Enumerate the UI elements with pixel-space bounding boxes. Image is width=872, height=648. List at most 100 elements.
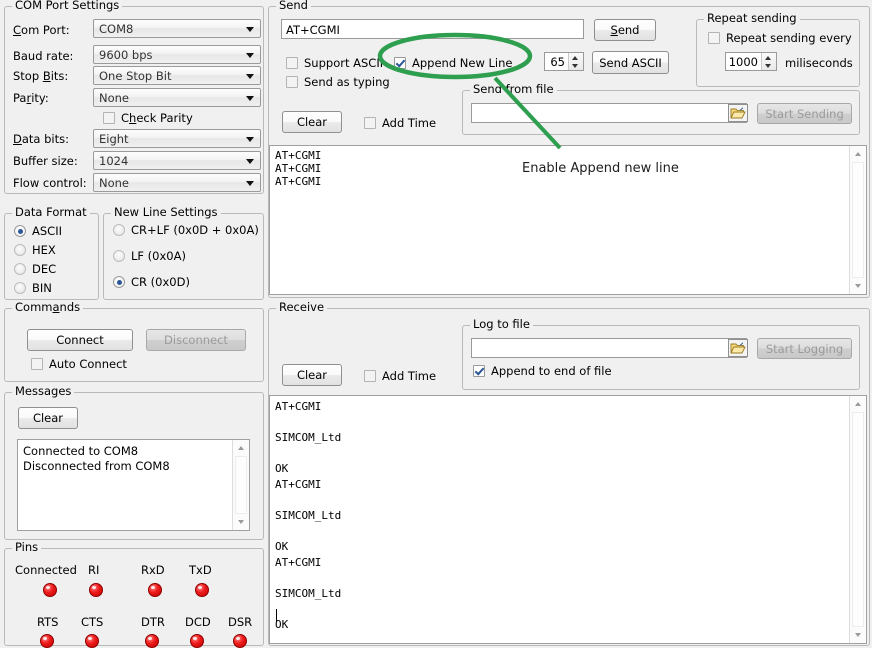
messages-listbox[interactable]: Connected to COM8 Disconnected from COM8 xyxy=(17,439,250,531)
radio-dot xyxy=(113,250,125,262)
radio-data-format-hex[interactable]: HEX xyxy=(14,243,56,257)
chevron-down-icon xyxy=(246,27,254,32)
checkbox-receive-add-time[interactable]: Add Time xyxy=(364,369,436,383)
pin-label-txd: TxD xyxy=(189,563,212,577)
messages-group: Messages Clear Connected to COM8 Disconn… xyxy=(4,392,264,540)
radio-data-format-dec[interactable]: DEC xyxy=(14,262,56,276)
combo-data-bits[interactable]: Eight xyxy=(93,129,261,148)
receive-log-lines: AT+CGMI SIMCOM_Ltd OK AT+CGMI SIMCOM_Ltd… xyxy=(275,399,846,633)
ascii-code-spinner[interactable]: 65 xyxy=(544,52,584,71)
checkbox-check-parity[interactable]: Check Parity xyxy=(103,111,193,125)
send-command-input[interactable]: AT+CGMI xyxy=(281,19,584,39)
start-sending-button[interactable]: Start Sending xyxy=(757,103,852,124)
repeat-interval-spinner[interactable]: 1000 xyxy=(725,52,777,71)
data-format-group: Data Format ASCII HEX DEC BIN xyxy=(4,213,99,300)
send-button[interactable]: Send xyxy=(594,19,656,41)
log-file-browse-button[interactable] xyxy=(728,339,748,357)
checkbox-auto-connect[interactable]: Auto Connect xyxy=(31,357,127,371)
checkbox-append-new-line[interactable]: Append New Line xyxy=(394,56,513,70)
checkbox-box xyxy=(473,365,485,377)
messages-title: Messages xyxy=(12,385,74,397)
send-command-value: AT+CGMI xyxy=(286,23,340,37)
open-folder-icon xyxy=(730,341,746,355)
pin-label-dcd: DCD xyxy=(185,615,211,629)
start-logging-button[interactable]: Start Logging xyxy=(757,338,852,359)
scroll-down-icon[interactable] xyxy=(850,278,866,294)
checkbox-send-add-time[interactable]: Add Time xyxy=(364,116,436,130)
combo-buffer-size[interactable]: 1024 xyxy=(93,151,261,170)
annotation-text: Enable Append new line xyxy=(522,161,679,176)
radio-dot xyxy=(113,276,125,288)
radio-dot xyxy=(14,282,26,294)
connect-button[interactable]: Connect xyxy=(27,329,133,351)
scroll-up-icon[interactable] xyxy=(850,396,866,412)
send-title: Send xyxy=(276,0,311,11)
checkbox-send-as-typing[interactable]: Send as typing xyxy=(286,75,390,89)
checkbox-support-ascii[interactable]: Support ASCII xyxy=(286,56,383,70)
send-log-scrollbar[interactable] xyxy=(849,146,866,294)
new-line-settings-title: New Line Settings xyxy=(111,206,221,218)
scroll-up-icon[interactable] xyxy=(850,146,866,162)
radio-label: HEX xyxy=(32,243,56,257)
chevron-down-icon xyxy=(246,74,254,79)
checkbox-repeat-sending[interactable]: Repeat sending every xyxy=(708,31,852,45)
spinner-buttons[interactable] xyxy=(761,53,776,70)
scroll-down-icon[interactable] xyxy=(233,514,249,530)
spinner-down-icon[interactable] xyxy=(569,62,583,71)
combo-flow-control[interactable]: None xyxy=(93,173,261,192)
label-com-port: Com Port: xyxy=(13,23,70,37)
combo-com-port[interactable]: COM8 xyxy=(93,19,261,38)
spinner-up-icon[interactable] xyxy=(762,53,776,62)
checkbox-check-parity-label: Check Parity xyxy=(121,111,193,125)
scroll-up-icon[interactable] xyxy=(233,440,249,456)
start-logging-label: Start Logging xyxy=(766,342,843,356)
radio-data-format-bin[interactable]: BIN xyxy=(14,281,52,295)
radio-newline-crlf[interactable]: CR+LF (0x0D + 0x0A) xyxy=(113,223,259,237)
send-clear-button[interactable]: Clear xyxy=(282,111,342,133)
receive-title: Receive xyxy=(276,301,327,313)
radio-label: BIN xyxy=(32,281,52,295)
scroll-track[interactable] xyxy=(852,162,864,278)
receive-log-scrollbar[interactable] xyxy=(849,396,866,643)
chevron-down-icon xyxy=(246,181,254,186)
messages-clear-button[interactable]: Clear xyxy=(18,407,78,429)
send-file-browse-button[interactable] xyxy=(728,104,748,122)
scroll-track[interactable] xyxy=(852,412,864,627)
com-port-settings-title: COM Port Settings xyxy=(12,0,122,11)
radio-label: CR (0x0D) xyxy=(131,275,190,289)
send-button-label: Send xyxy=(611,23,640,37)
pin-led-ri xyxy=(89,583,103,597)
combo-baud-rate-value: 9600 bps xyxy=(99,48,153,62)
combo-flow-control-value: None xyxy=(99,176,129,190)
send-file-path-input[interactable] xyxy=(471,103,747,123)
send-ascii-button[interactable]: Send ASCII xyxy=(592,51,669,74)
radio-label: ASCII xyxy=(32,224,62,238)
radio-dot xyxy=(14,263,26,275)
combo-baud-rate[interactable]: 9600 bps xyxy=(93,45,261,64)
scroll-track[interactable] xyxy=(235,456,247,514)
radio-newline-cr[interactable]: CR (0x0D) xyxy=(113,275,190,289)
repeat-interval-value: 1000 xyxy=(726,55,761,69)
spinner-up-icon[interactable] xyxy=(569,53,583,62)
messages-scrollbar[interactable] xyxy=(232,440,249,530)
spinner-down-icon[interactable] xyxy=(762,62,776,71)
combo-parity[interactable]: None xyxy=(93,88,261,107)
spinner-buttons[interactable] xyxy=(568,53,583,70)
connect-button-label: Connect xyxy=(56,333,104,347)
disconnect-button[interactable]: Disconnect xyxy=(146,329,246,351)
checkbox-append-to-end-of-file[interactable]: Append to end of file xyxy=(473,364,612,378)
pin-label-rxd: RxD xyxy=(141,563,165,577)
pin-led-rxd xyxy=(148,583,162,597)
checkbox-box xyxy=(708,32,720,44)
scroll-down-icon[interactable] xyxy=(850,627,866,643)
start-sending-label: Start Sending xyxy=(765,107,844,121)
radio-data-format-ascii[interactable]: ASCII xyxy=(14,224,62,238)
send-from-file-title: Send from file xyxy=(470,83,557,95)
label-buffer-size: Buffer size: xyxy=(13,154,78,168)
text-caret xyxy=(276,609,277,622)
combo-stop-bits[interactable]: One Stop Bit xyxy=(93,66,261,85)
log-file-path-input[interactable] xyxy=(471,338,747,358)
receive-log-area[interactable]: AT+CGMI SIMCOM_Ltd OK AT+CGMI SIMCOM_Ltd… xyxy=(269,395,867,644)
receive-clear-button[interactable]: Clear xyxy=(282,364,342,386)
radio-newline-lf[interactable]: LF (0x0A) xyxy=(113,249,186,263)
